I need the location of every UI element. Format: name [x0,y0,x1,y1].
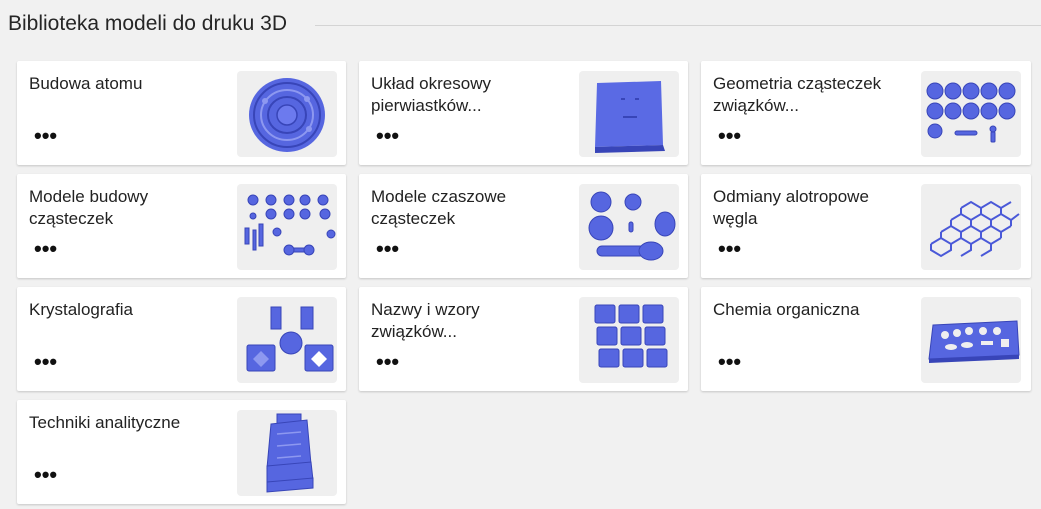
crystal-model-icon[interactable] [237,297,337,383]
more-options-button[interactable]: ••• [376,125,399,147]
card-title: Modele czaszowe cząsteczek [371,187,507,228]
card-title: Chemia organiczna [713,300,860,319]
page-title: Biblioteka modeli do druku 3D [8,12,287,35]
more-options-button[interactable]: ••• [34,464,57,486]
card-title: Układ okresowy pierwiastków... [371,74,491,115]
card-title: Modele budowy cząsteczek [29,187,149,228]
card-title: Budowa atomu [29,74,143,93]
card-nazwy-i-wzory[interactable]: Nazwy i wzory związków... ••• [359,287,688,391]
molecule-kit-model-icon[interactable] [237,184,337,270]
space-filling-model-icon[interactable] [579,184,679,270]
more-options-button[interactable]: ••• [34,351,57,373]
more-options-button[interactable]: ••• [718,125,741,147]
card-title: Nazwy i wzory związków... [371,300,480,341]
more-options-button[interactable]: ••• [34,125,57,147]
card-title: Techniki analityczne [29,413,181,432]
card-odmiany-alotropowe[interactable]: Odmiany alotropowe węgla ••• [701,174,1031,278]
periodic-table-model-icon[interactable] [579,71,679,157]
more-options-button[interactable]: ••• [718,238,741,260]
card-title: Geometria cząsteczek związków... [713,74,882,115]
card-krystalografia[interactable]: Krystalografia ••• [17,287,346,391]
more-options-button[interactable]: ••• [34,238,57,260]
card-modele-budowy[interactable]: Modele budowy cząsteczek ••• [17,174,346,278]
page-header: Biblioteka modeli do druku 3D [8,10,1041,38]
card-geometria-czasteczek[interactable]: Geometria cząsteczek związków... ••• [701,61,1031,165]
header-divider [315,24,1041,26]
card-title: Krystalografia [29,300,133,319]
molecular-geometry-model-icon[interactable] [921,71,1021,157]
model-library-grid: Budowa atomu ••• Układ okresowy pierwias… [17,61,1031,504]
card-techniki-analityczne[interactable]: Techniki analityczne ••• [17,400,346,504]
organic-stencil-model-icon[interactable] [921,297,1021,383]
card-budowa-atomu[interactable]: Budowa atomu ••• [17,61,346,165]
card-title: Odmiany alotropowe węgla [713,187,869,228]
atom-model-icon[interactable] [237,71,337,157]
analytical-device-model-icon[interactable] [237,410,337,496]
graphene-model-icon[interactable] [921,184,1021,270]
more-options-button[interactable]: ••• [376,351,399,373]
card-modele-czaszowe[interactable]: Modele czaszowe cząsteczek ••• [359,174,688,278]
more-options-button[interactable]: ••• [718,351,741,373]
more-options-button[interactable]: ••• [376,238,399,260]
card-chemia-organiczna[interactable]: Chemia organiczna ••• [701,287,1031,391]
card-uklad-okresowy[interactable]: Układ okresowy pierwiastków... ••• [359,61,688,165]
formula-tiles-model-icon[interactable] [579,297,679,383]
